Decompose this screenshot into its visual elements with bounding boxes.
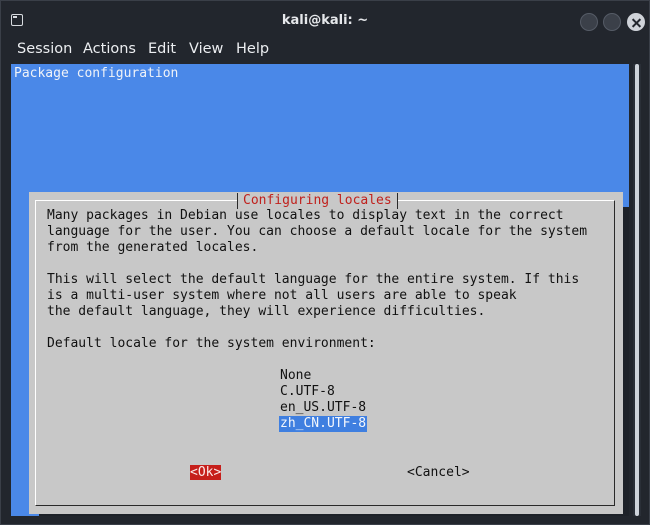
menu-help[interactable]: Help [236,41,269,57]
minimize-button[interactable] [580,13,598,31]
menu-actions[interactable]: Actions [83,41,136,57]
window-title: kali@kali: ~ [281,13,369,28]
dialog-title: Configuring locales [237,193,398,209]
locale-option-c-utf8[interactable]: C.UTF-8 [279,384,336,400]
menu-view[interactable]: View [189,41,223,57]
dialog-text-line: language for the user. You can choose a … [47,224,588,239]
locale-dialog: Configuring locales Many packages in Deb… [29,192,623,514]
locale-option-zh-cn-utf8[interactable]: zh_CN.UTF-8 [279,416,368,432]
menu-bar: Session Actions Edit View Help [1,35,649,63]
menu-session[interactable]: Session [17,41,72,57]
locale-prompt: Default locale for the system environmen… [47,336,376,351]
terminal-area[interactable]: Package configuration Configuring locale… [11,64,629,516]
close-button[interactable] [627,13,645,31]
terminal-window: kali@kali: ~ Session Actions Edit View H… [0,0,650,525]
scrollbar[interactable] [633,64,641,516]
maximize-button[interactable] [603,13,621,31]
dialog-text-line: This will select the default language fo… [47,272,580,287]
dialog-text-line: the default language, they will experien… [47,304,486,319]
ok-button[interactable]: <Ok> [190,465,222,481]
title-bar[interactable]: kali@kali: ~ [1,1,649,33]
menu-edit[interactable]: Edit [148,41,176,57]
ok-button-label: Ok [197,465,214,480]
locale-option-none[interactable]: None [279,368,312,384]
cancel-button[interactable]: <Cancel> [407,465,470,481]
cancel-button-label: Cancel [414,465,462,480]
backtitle: Package configuration [14,66,179,81]
dialog-text-line: Many packages in Debian use locales to d… [47,208,564,223]
dialog-text-line: from the generated locales. [47,240,259,255]
locale-option-en-us-utf8[interactable]: en_US.UTF-8 [279,400,367,416]
dialog-text-line: is a multi-user system where not all use… [47,288,517,303]
scrollbar-thumb[interactable] [635,64,639,516]
